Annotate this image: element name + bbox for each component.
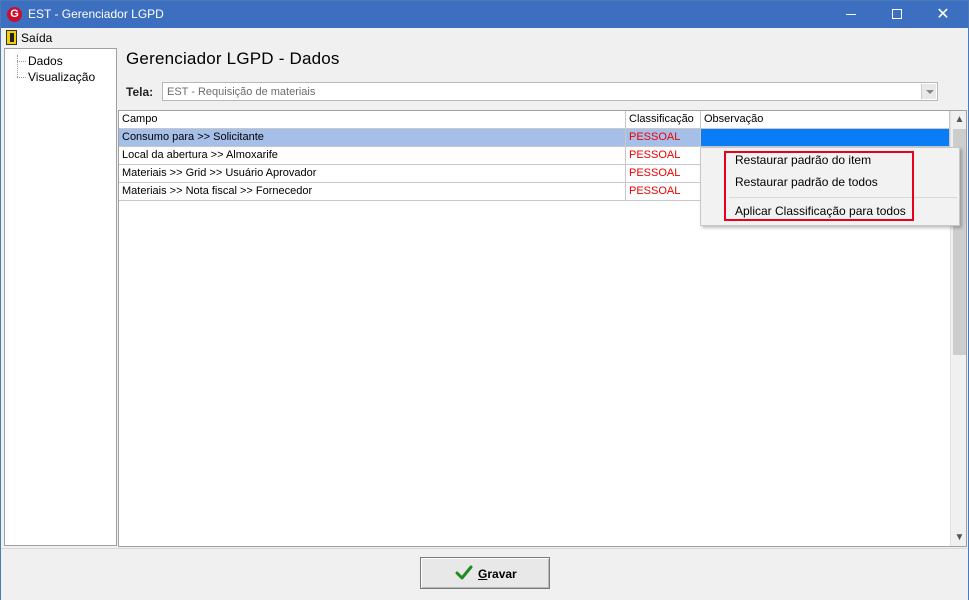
checkmark-icon [455,565,473,580]
cell-classificacao[interactable]: PESSOAL [626,165,701,183]
grid-header: Campo Classificação Observação [119,111,950,129]
title-bar[interactable]: G EST - Gerenciador LGPD ✕ [1,1,968,28]
tree-connector [17,77,26,78]
menu-bar: Saída [1,28,968,47]
close-icon: ✕ [936,6,950,23]
scroll-down-icon[interactable]: ▼ [951,529,966,546]
save-mnemonic: G [478,567,488,581]
page-title: Gerenciador LGPD - Dados [126,49,340,68]
cell-campo[interactable]: Local da abertura >> Almoxarife [119,147,626,165]
navigation-tree: Dados Visualização [4,48,117,546]
cell-observacao[interactable] [701,129,950,147]
cell-campo[interactable]: Materiais >> Nota fiscal >> Fornecedor [119,183,626,201]
cell-classificacao[interactable]: PESSOAL [626,183,701,201]
screen-label: Tela: [126,85,154,99]
tree-item-label: Visualização [28,70,96,84]
chevron-down-icon[interactable] [921,84,936,99]
column-header-campo[interactable]: Campo [119,111,626,129]
tree-connector [17,61,26,62]
app-window: G EST - Gerenciador LGPD ✕ Saída Dados V… [0,0,969,600]
tree-item-label: Dados [28,54,63,68]
save-button[interactable]: Gravar [420,557,550,589]
cell-classificacao[interactable]: PESSOAL [626,147,701,165]
save-button-label: Gravar [478,567,517,581]
close-button[interactable]: ✕ [921,1,965,28]
table-row[interactable]: Consumo para >> Solicitante PESSOAL [119,129,950,147]
cell-campo[interactable]: Materiais >> Grid >> Usuário Aprovador [119,165,626,183]
column-header-observacao[interactable]: Observação [701,111,950,129]
cell-classificacao[interactable]: PESSOAL [626,129,701,147]
save-label-rest: ravar [487,567,517,581]
menu-item-exit[interactable]: Saída [21,31,52,45]
maximize-icon [892,9,902,19]
tree-connector [17,55,18,77]
screen-select-value: EST - Requisição de materiais [167,86,316,98]
app-logo-icon: G [7,7,22,22]
window-title: EST - Gerenciador LGPD [28,7,164,21]
scroll-up-icon[interactable]: ▲ [951,111,966,128]
highlight-box [724,151,914,221]
column-header-classificacao[interactable]: Classificação [626,111,701,129]
cell-campo[interactable]: Consumo para >> Solicitante [119,129,626,147]
minimize-icon [846,14,856,15]
screen-select[interactable]: EST - Requisição de materiais [162,82,938,101]
exit-door-icon[interactable] [6,30,17,45]
minimize-button[interactable] [829,1,873,28]
maximize-button[interactable] [875,1,919,28]
